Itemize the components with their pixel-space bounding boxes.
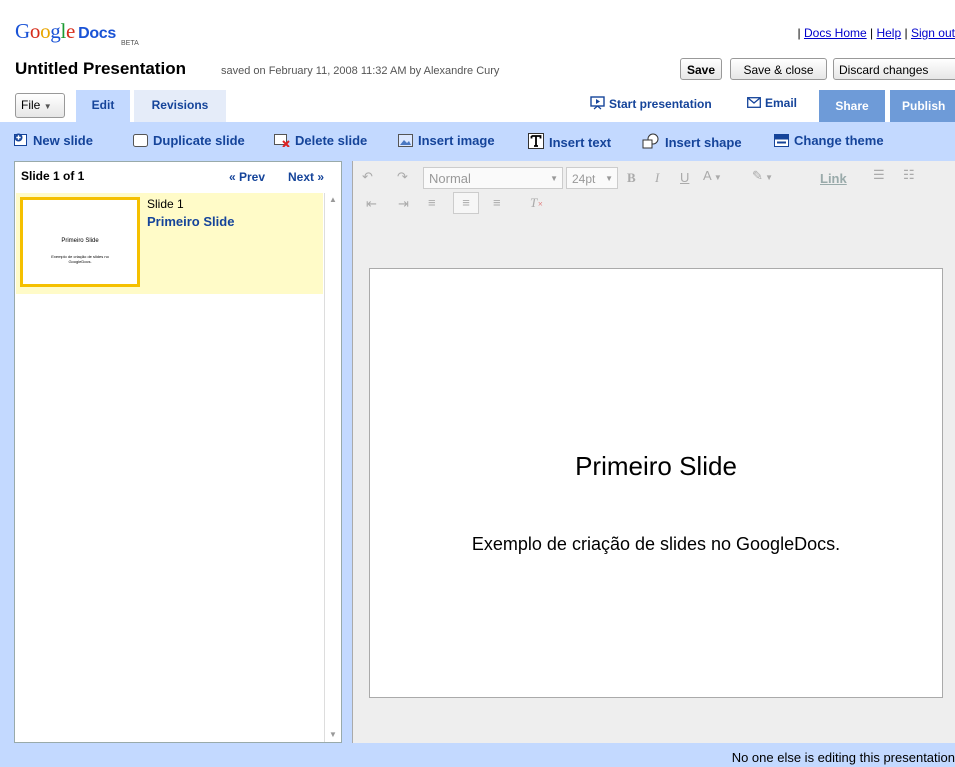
change-theme-icon	[774, 134, 789, 147]
help-link[interactable]: Help	[876, 26, 901, 40]
save-button[interactable]: Save	[680, 58, 722, 80]
insert-text-button[interactable]: Insert text	[528, 133, 611, 150]
delete-slide-label: Delete slide	[295, 133, 368, 148]
increase-indent-icon[interactable]: ⇥	[398, 196, 409, 212]
text-style-value: Normal	[429, 171, 471, 186]
email-button[interactable]: Email	[747, 96, 797, 110]
thumbnail-title: Primeiro Slide	[61, 238, 99, 244]
insert-shape-label: Insert shape	[665, 135, 742, 150]
redo-icon[interactable]: ↷	[397, 169, 408, 185]
duplicate-slide-label: Duplicate slide	[153, 133, 245, 148]
duplicate-slide-button[interactable]: Duplicate slide	[133, 133, 245, 148]
change-theme-button[interactable]: Change theme	[774, 133, 884, 148]
docs-home-link[interactable]: Docs Home	[804, 26, 867, 40]
prev-slide-link[interactable]: « Prev	[229, 170, 265, 184]
delete-slide-button[interactable]: Delete slide	[274, 133, 367, 148]
email-label: Email	[765, 96, 798, 110]
start-presentation-button[interactable]: Start presentation	[590, 96, 712, 111]
file-menu-button[interactable]: File ▼	[15, 93, 65, 118]
google-docs-logo[interactable]: Google Docs	[15, 19, 116, 44]
insert-shape-button[interactable]: Insert shape	[642, 133, 742, 150]
slide-canvas[interactable]	[369, 268, 943, 698]
logo-docs-text: Docs	[78, 25, 116, 42]
change-theme-label: Change theme	[794, 133, 884, 148]
tab-edit[interactable]: Edit	[76, 90, 130, 122]
slide-title-text[interactable]: Primeiro Slide	[369, 451, 943, 482]
save-close-button[interactable]: Save & close	[730, 58, 827, 80]
new-slide-button[interactable]: New slide	[14, 133, 93, 148]
link-button[interactable]: Link	[820, 171, 847, 186]
text-color-icon[interactable]: A ▼	[703, 168, 722, 183]
delete-slide-icon	[274, 134, 290, 147]
highlight-color-icon[interactable]: ✎ ▼	[752, 168, 773, 184]
saved-status: saved on February 11, 2008 11:32 AM by A…	[221, 65, 500, 77]
tab-revisions[interactable]: Revisions	[134, 90, 226, 122]
align-left-icon[interactable]: ≡	[428, 195, 436, 210]
new-slide-label: New slide	[33, 133, 93, 148]
numbered-list-icon[interactable]: ☰	[873, 167, 885, 183]
slides-scrollbar[interactable]: ▲ ▼	[324, 193, 340, 742]
slide-subtitle-text[interactable]: Exemplo de criação de slides no GoogleDo…	[460, 533, 852, 555]
insert-image-button[interactable]: Insert image	[398, 133, 495, 148]
dropdown-arrow-icon: ▼	[43, 102, 52, 111]
envelope-icon	[747, 97, 761, 108]
duplicate-slide-icon	[133, 134, 148, 147]
start-presentation-label: Start presentation	[609, 97, 712, 111]
share-tab[interactable]: Share	[819, 90, 885, 122]
font-size-select[interactable]: 24pt ▼	[566, 167, 618, 189]
bulleted-list-icon[interactable]: ☷	[903, 167, 915, 183]
font-size-value: 24pt	[572, 172, 596, 186]
thumbnail-subtitle: Exemplo de criação de slides no GoogleDo…	[51, 254, 109, 264]
insert-text-icon	[528, 133, 544, 149]
insert-shape-icon	[642, 133, 659, 149]
publish-tab[interactable]: Publish	[890, 90, 955, 122]
italic-icon[interactable]: I	[655, 170, 659, 186]
file-label: File	[21, 98, 41, 112]
align-center-icon[interactable]: ≡	[453, 192, 479, 214]
slide-count: Slide 1 of 1	[21, 169, 85, 183]
insert-image-icon	[398, 134, 413, 147]
align-right-icon[interactable]: ≡	[493, 195, 501, 210]
projector-screen-icon	[590, 96, 605, 110]
slide-number: Slide 1	[147, 197, 184, 211]
slide-name: Primeiro Slide	[147, 214, 235, 229]
scroll-down-arrow-icon[interactable]: ▼	[329, 730, 337, 739]
chevron-down-icon: ▼	[605, 174, 613, 183]
chevron-down-icon: ▼	[550, 174, 558, 183]
underline-icon[interactable]: U	[680, 170, 689, 185]
text-style-select[interactable]: Normal ▼	[423, 167, 563, 189]
insert-image-label: Insert image	[418, 133, 495, 148]
document-title[interactable]: Untitled Presentation	[15, 59, 186, 79]
discard-changes-button[interactable]: Discard changes	[833, 58, 955, 80]
next-slide-link[interactable]: Next »	[288, 170, 324, 184]
sign-out-link[interactable]: Sign out	[911, 26, 955, 40]
undo-icon[interactable]: ↶	[362, 169, 373, 185]
beta-label: BETA	[121, 40, 139, 47]
decrease-indent-icon[interactable]: ⇤	[366, 196, 377, 212]
collaboration-status: No one else is editing this presentation	[731, 750, 955, 765]
bold-icon[interactable]: B	[627, 170, 636, 186]
new-slide-icon	[14, 133, 27, 146]
top-links: | Docs Home | Help | Sign out	[797, 26, 955, 40]
scroll-up-arrow-icon[interactable]: ▲	[329, 195, 337, 204]
insert-text-label: Insert text	[549, 135, 612, 150]
clear-formatting-icon[interactable]: T×	[530, 195, 543, 211]
